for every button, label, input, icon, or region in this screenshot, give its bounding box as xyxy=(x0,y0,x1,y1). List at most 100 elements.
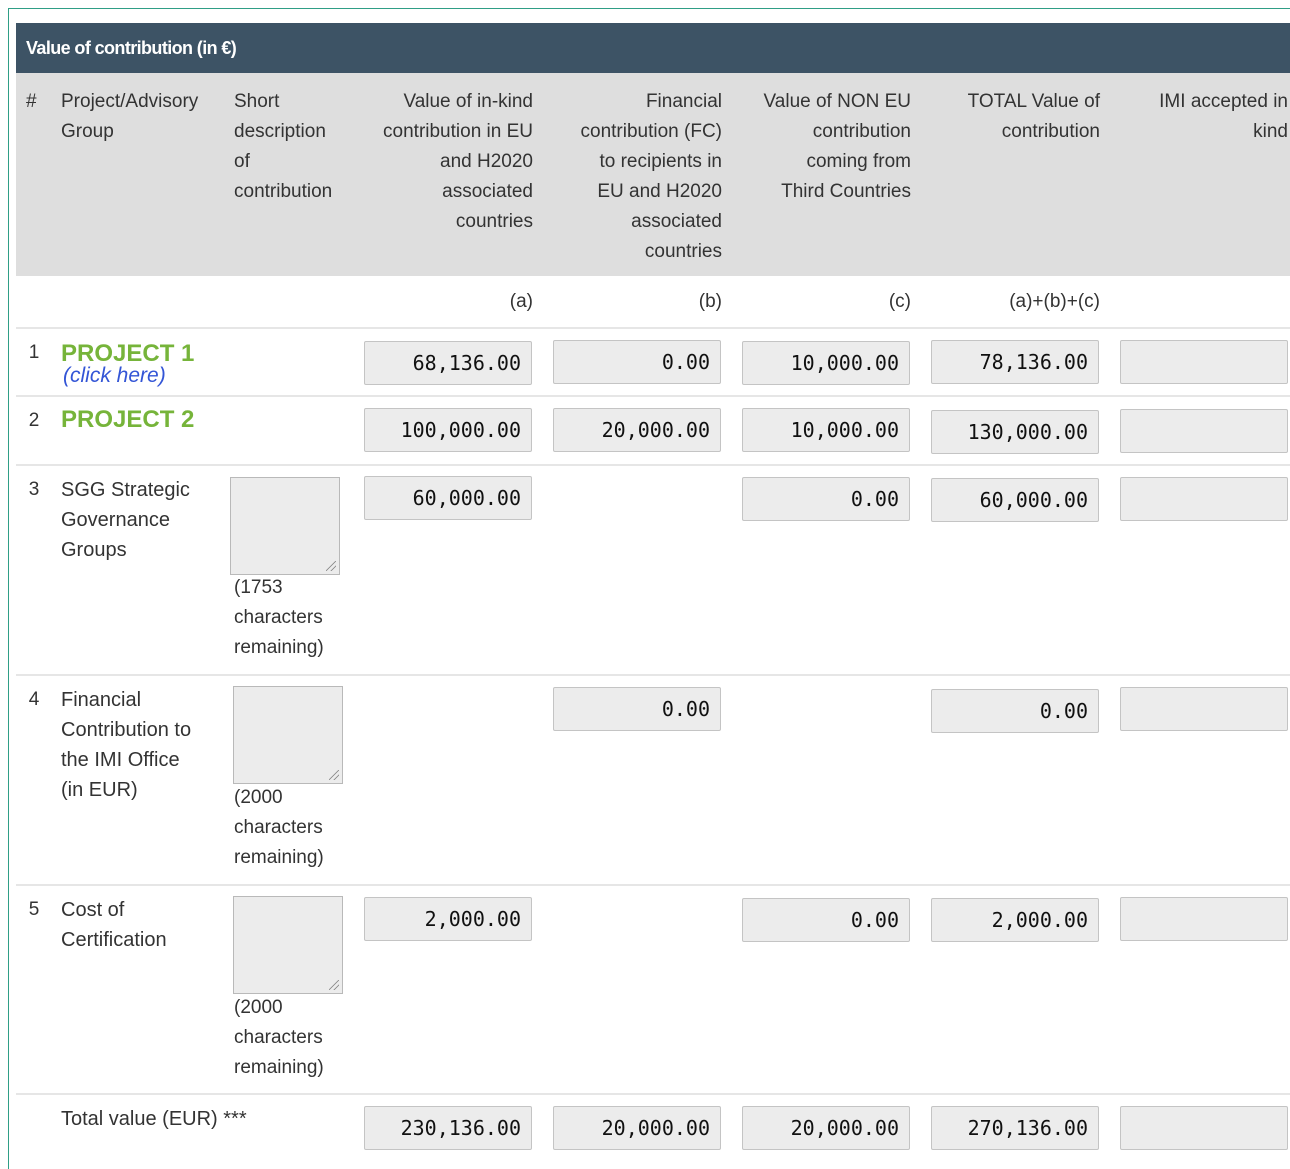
row-number: 2 xyxy=(28,410,40,431)
total-inkind-field: 230,136.00 xyxy=(364,1106,532,1150)
row-number: 4 xyxy=(28,689,40,710)
imi-field xyxy=(1120,340,1288,384)
inkind-input[interactable]: 68,136.00 xyxy=(364,341,532,385)
header-line: description xyxy=(234,121,326,142)
total-field: 2,000.00 xyxy=(931,898,1099,942)
header-line: contribution in EU xyxy=(383,121,533,142)
row-name-line: Certification xyxy=(61,929,167,951)
row-name-line: Contribution to xyxy=(61,719,192,741)
header-short-description: Short description of contribution xyxy=(234,87,332,207)
row-divider xyxy=(16,395,1290,397)
row-name-line: Financial xyxy=(61,689,142,711)
label-c: (c) xyxy=(888,291,911,312)
resize-handle-icon[interactable] xyxy=(326,561,336,571)
row-name-line: Governance xyxy=(61,509,170,531)
remaining-line: remaining) xyxy=(234,1057,324,1078)
header-line: coming from xyxy=(806,151,911,172)
total-label: Total value (EUR) *** xyxy=(61,1108,247,1130)
header-line: Value of in-kind xyxy=(403,91,533,112)
remaining-line: characters xyxy=(234,1027,323,1048)
header-line: contribution (FC) xyxy=(580,121,723,142)
project-link[interactable]: PROJECT 2 xyxy=(61,406,194,434)
row-name: Financial Contribution to the IMI Office… xyxy=(61,685,191,805)
header-line: TOTAL Value of xyxy=(967,91,1100,112)
non-eu-input[interactable]: 0.00 xyxy=(742,898,910,942)
total-field: 0.00 xyxy=(931,689,1099,733)
row-name: SGG Strategic Governance Groups xyxy=(61,475,190,565)
header-line: Group xyxy=(61,121,114,142)
inkind-input[interactable]: 2,000.00 xyxy=(364,897,532,941)
description-textarea[interactable] xyxy=(233,686,343,784)
row-divider xyxy=(16,327,1290,329)
row-name: Cost of Certification xyxy=(61,895,167,955)
header-project: Project/Advisory Group xyxy=(61,87,198,147)
header-line: and H2020 xyxy=(440,151,533,172)
total-field: 130,000.00 xyxy=(931,410,1099,454)
imi-field xyxy=(1120,687,1288,731)
resize-handle-icon[interactable] xyxy=(329,980,339,990)
header-non-eu: Value of NON EU contribution coming from… xyxy=(735,87,911,207)
header-line: kind xyxy=(1253,121,1288,142)
remaining-line: (2000 xyxy=(234,997,283,1018)
header-line: associated xyxy=(631,211,722,232)
panel-title: Value of contribution (in €) xyxy=(16,23,1290,73)
header-line: contribution xyxy=(812,121,911,142)
resize-handle-icon[interactable] xyxy=(329,770,339,780)
label-b: (b) xyxy=(698,291,722,312)
remaining-line: characters xyxy=(234,817,323,838)
remaining-line: (2000 xyxy=(234,787,283,808)
remaining-line: characters xyxy=(234,607,323,628)
financial-input[interactable]: 20,000.00 xyxy=(553,408,721,452)
header-imi: IMI accepted in kind xyxy=(1115,87,1288,147)
header-line: contribution xyxy=(234,181,333,202)
header-num: # xyxy=(26,91,37,112)
header-line: associated xyxy=(442,181,533,202)
row-name-line: Groups xyxy=(61,539,127,561)
financial-input[interactable]: 0.00 xyxy=(553,340,721,384)
click-here-link[interactable]: (click here) xyxy=(63,364,166,388)
imi-field xyxy=(1120,409,1288,453)
description-textarea[interactable] xyxy=(230,477,340,575)
row-name-line: Cost of xyxy=(61,899,125,921)
header-financial: Financial contribution (FC) to recipient… xyxy=(545,87,723,267)
row-divider xyxy=(16,674,1290,676)
row-divider xyxy=(16,1093,1290,1095)
label-a: (a) xyxy=(509,291,533,312)
characters-remaining: (1753 characters remaining) xyxy=(234,573,354,663)
imi-field xyxy=(1120,477,1288,521)
total-field: 78,136.00 xyxy=(931,340,1099,384)
non-eu-input[interactable]: 10,000.00 xyxy=(742,408,910,452)
financial-input[interactable]: 0.00 xyxy=(553,687,721,731)
row-name-line: the IMI Office xyxy=(61,749,180,771)
grand-total-field: 270,136.00 xyxy=(931,1106,1099,1150)
header-line: contribution xyxy=(1001,121,1100,142)
imi-field xyxy=(1120,897,1288,941)
row-number: 1 xyxy=(28,342,40,363)
total-financial-field: 20,000.00 xyxy=(553,1106,721,1150)
header-line: Financial xyxy=(645,91,722,112)
row-name-line: SGG Strategic xyxy=(61,479,190,501)
label-total: (a)+(b)+(c) xyxy=(1009,291,1100,312)
remaining-line: remaining) xyxy=(234,847,324,868)
header-line: countries xyxy=(644,241,722,262)
description-textarea[interactable] xyxy=(233,896,343,994)
row-number: 3 xyxy=(28,479,40,500)
header-line: to recipients in xyxy=(599,151,722,172)
characters-remaining: (2000 characters remaining) xyxy=(234,993,354,1083)
non-eu-input[interactable]: 10,000.00 xyxy=(742,341,910,385)
remaining-line: (1753 xyxy=(234,577,283,598)
row-number: 5 xyxy=(28,899,40,920)
non-eu-input[interactable]: 0.00 xyxy=(742,477,910,521)
row-divider xyxy=(16,464,1290,466)
inkind-input[interactable]: 100,000.00 xyxy=(364,408,532,452)
header-inkind: Value of in-kind contribution in EU and … xyxy=(350,87,533,237)
header-line: IMI accepted in xyxy=(1159,91,1288,112)
header-line: Project/Advisory xyxy=(61,91,199,112)
total-field: 60,000.00 xyxy=(931,478,1099,522)
header-line: of xyxy=(234,151,250,172)
header-line: countries xyxy=(455,211,533,232)
total-non-eu-field: 20,000.00 xyxy=(742,1106,910,1150)
header-line: Third Countries xyxy=(781,181,911,202)
total-imi-field xyxy=(1120,1106,1288,1150)
inkind-input[interactable]: 60,000.00 xyxy=(364,476,532,520)
